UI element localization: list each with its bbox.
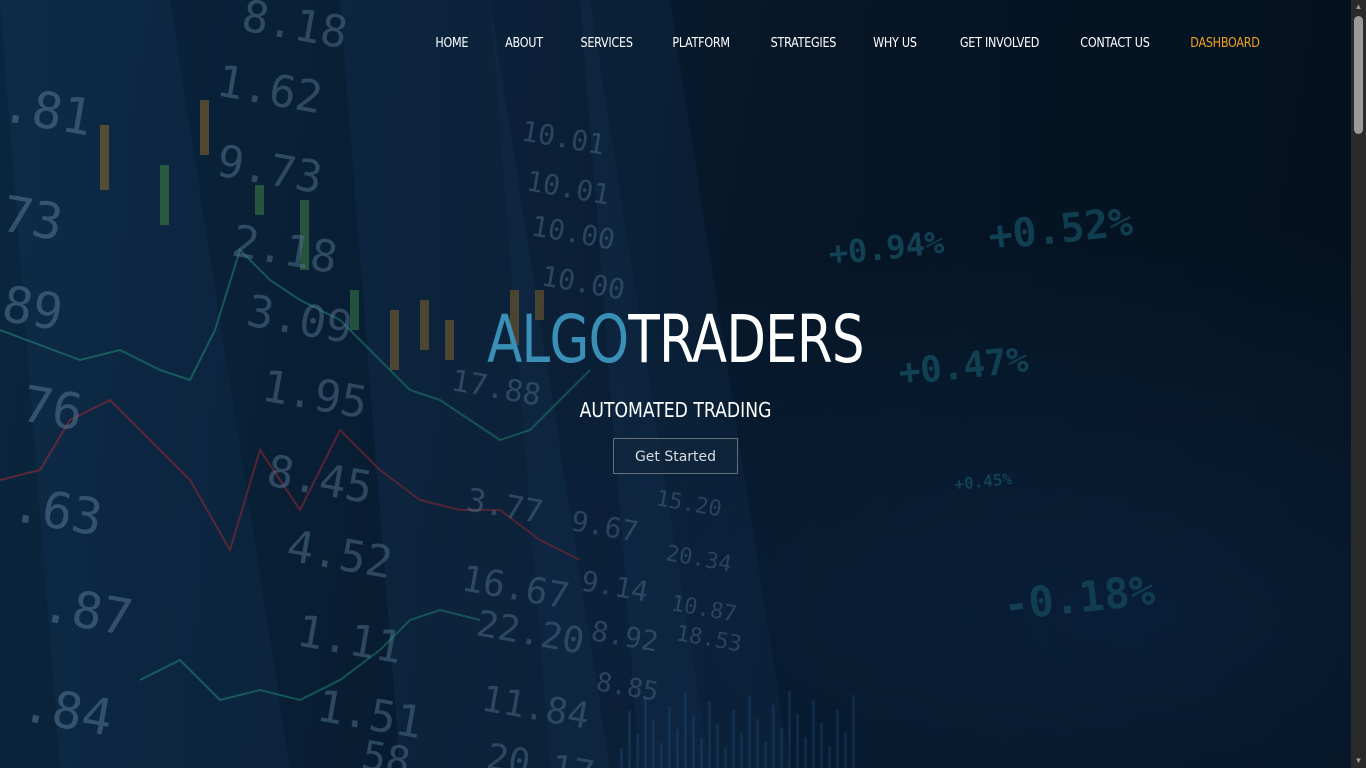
nav-why-us[interactable]: WHY US <box>873 36 917 51</box>
scroll-thumb[interactable] <box>1354 16 1363 134</box>
hero-tagline: AUTOMATED TRADING <box>579 398 772 422</box>
get-started-button[interactable]: Get Started <box>613 438 738 474</box>
scroll-down-arrow-icon[interactable]: ▼ <box>1351 754 1366 768</box>
nav-strategies[interactable]: STRATEGIES <box>771 36 837 51</box>
brand-title-algo: ALGO <box>487 301 629 378</box>
page: 8.181.629.732.183.091.958.454.521.111.51… <box>0 0 1366 768</box>
vertical-scrollbar[interactable]: ▲ ▼ <box>1351 0 1366 768</box>
nav-contact-us[interactable]: CONTACT US <box>1080 36 1150 51</box>
nav-home[interactable]: HOME <box>436 36 469 51</box>
nav-get-involved[interactable]: GET INVOLVED <box>960 36 1040 51</box>
brand-title: ALGOTRADERS <box>487 298 864 382</box>
nav-about[interactable]: ABOUT <box>505 36 543 51</box>
brand-title-traders: TRADERS <box>628 301 864 378</box>
scroll-up-arrow-icon[interactable]: ▲ <box>1351 0 1366 14</box>
nav-services[interactable]: SERVICES <box>581 36 633 51</box>
main-nav: HOME ABOUT SERVICES PLATFORM STRATEGIES … <box>400 36 1261 51</box>
hero-content: ALGOTRADERS AUTOMATED TRADING Get Starte… <box>0 298 1351 474</box>
nav-dashboard[interactable]: DASHBOARD <box>1191 36 1261 51</box>
nav-platform[interactable]: PLATFORM <box>672 36 730 51</box>
